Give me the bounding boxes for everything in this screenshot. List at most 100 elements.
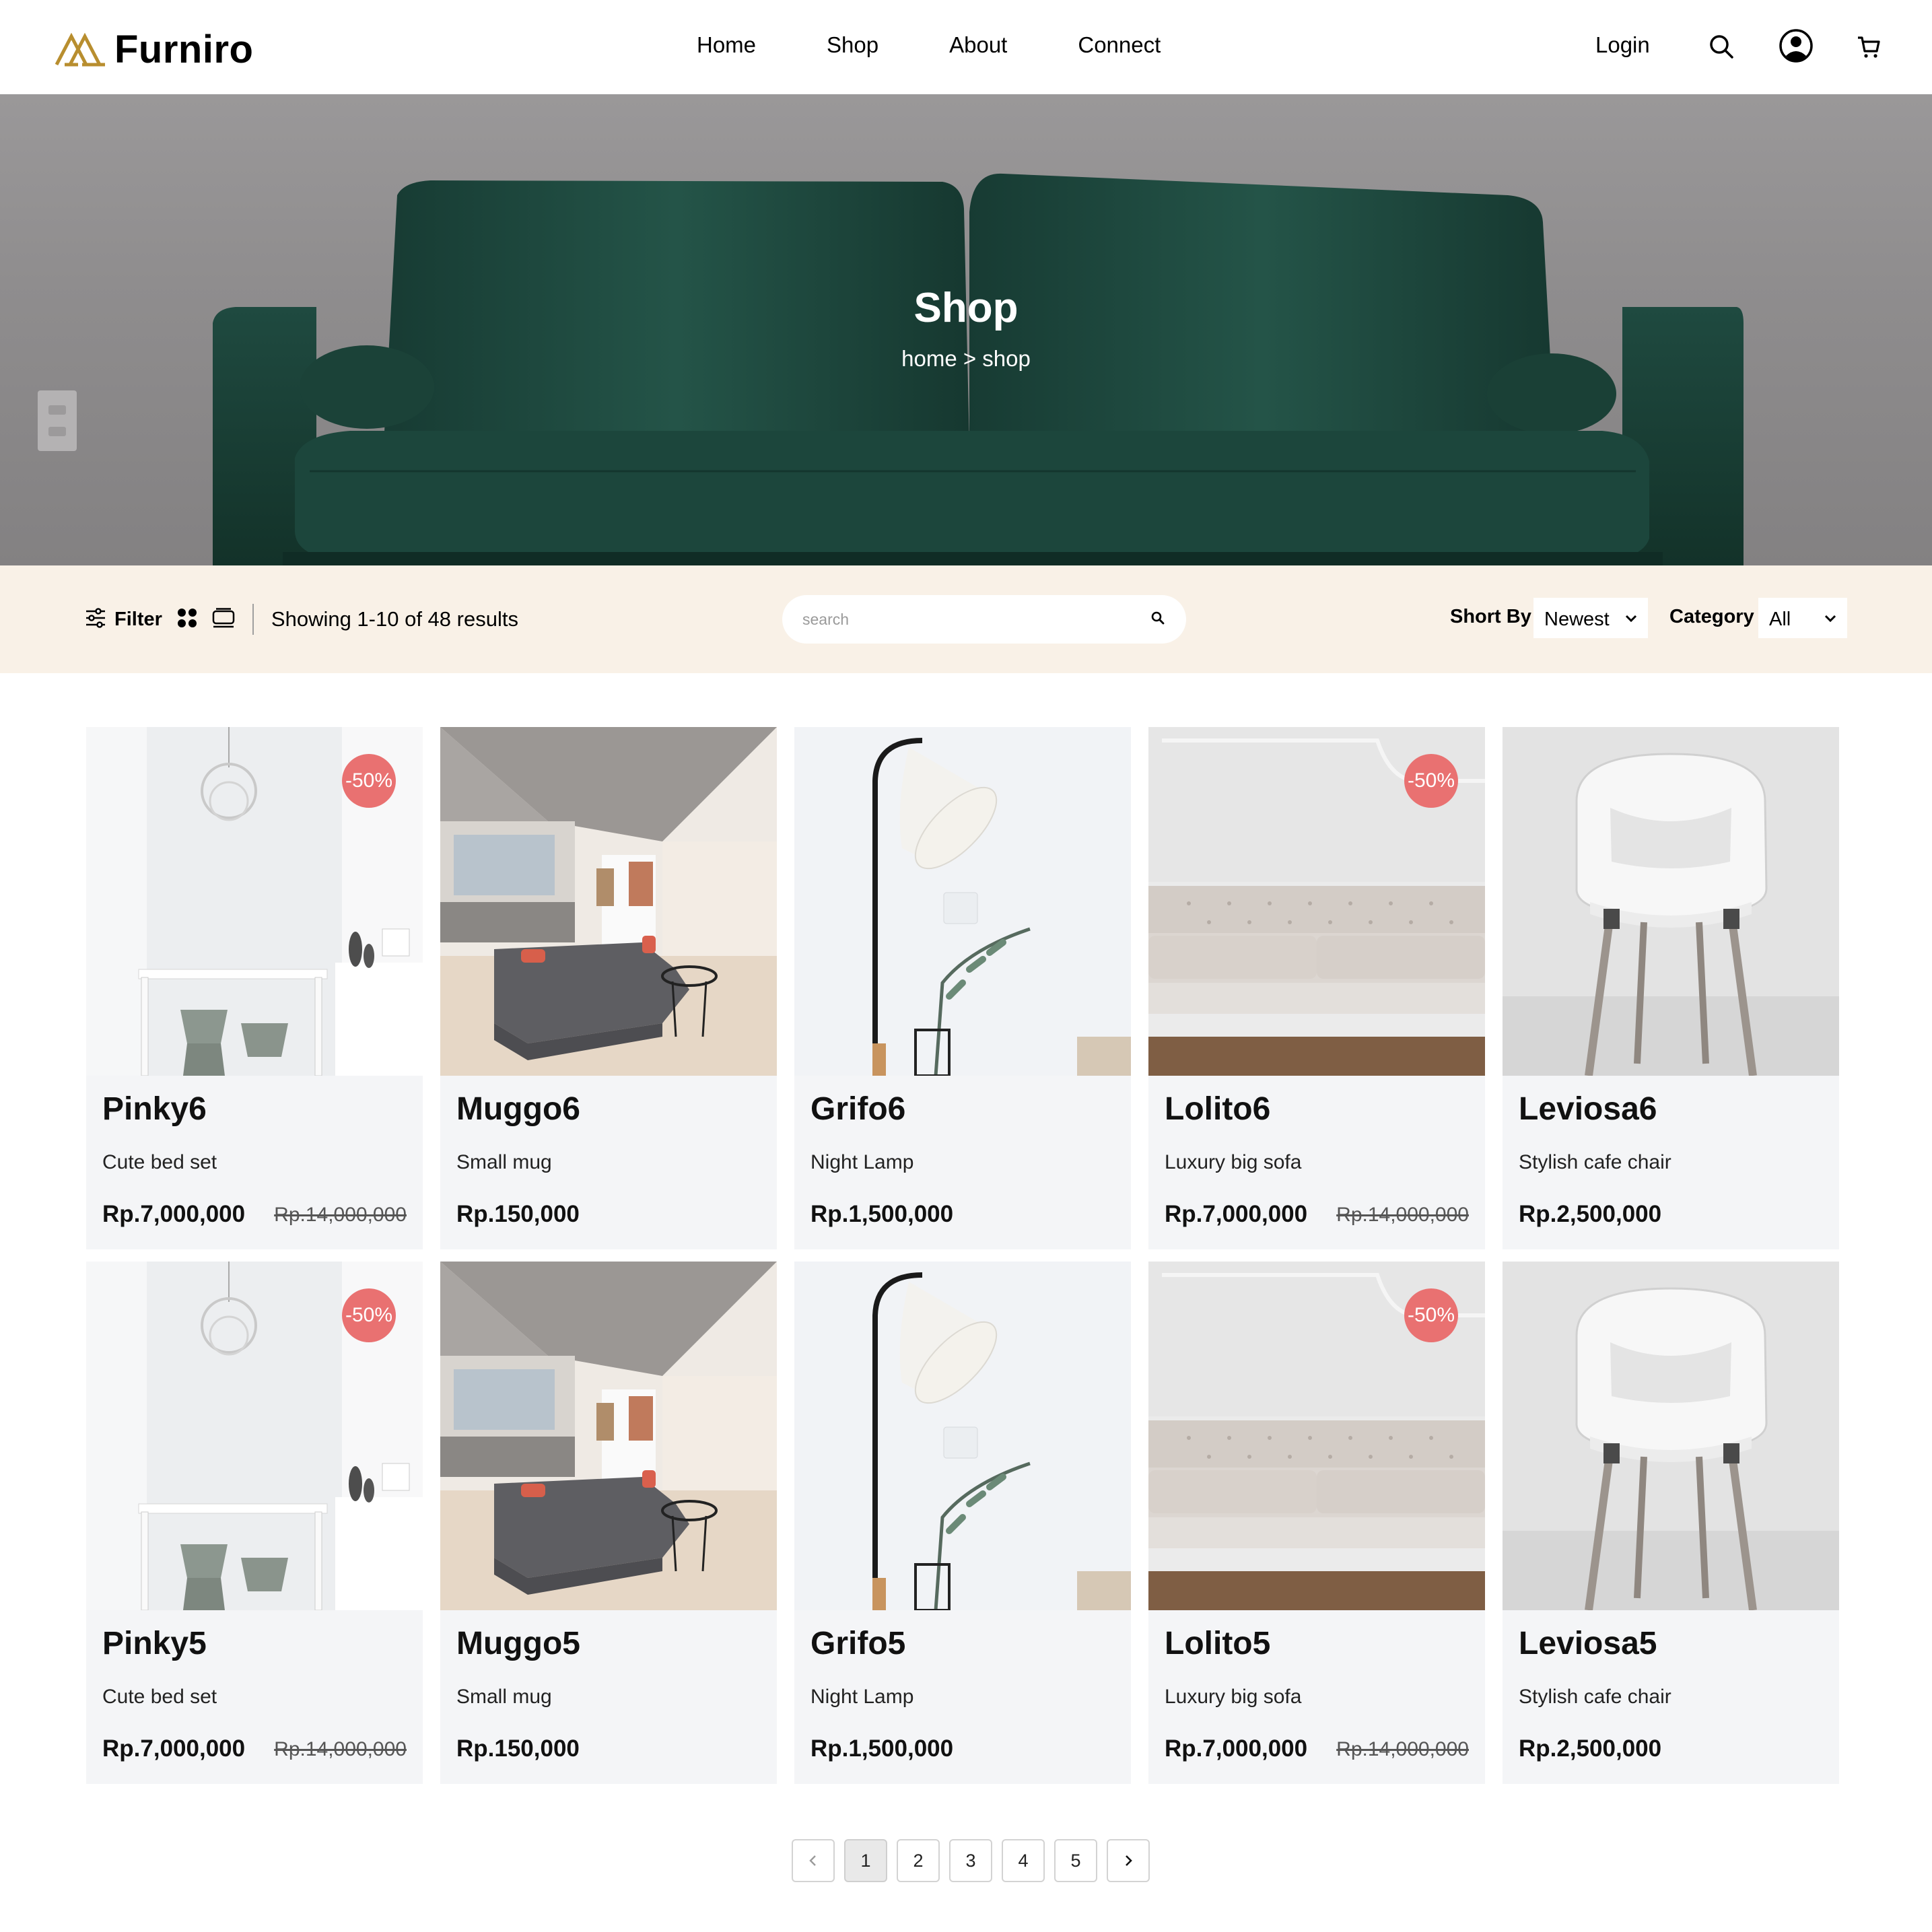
product-price: Rp.150,000 [456, 1201, 580, 1227]
chevron-down-icon [1824, 615, 1836, 623]
product-card[interactable]: -50% Lolito5 Luxury big sofa Rp.7,000,00… [1148, 1262, 1485, 1784]
product-price: Rp.7,000,000 [102, 1735, 246, 1762]
page-button-2[interactable]: 2 [897, 1839, 940, 1882]
discount-badge: -50% [1404, 754, 1458, 808]
search-box [782, 595, 1186, 644]
product-card[interactable]: -50% Pinky6 Cute bed set Rp.7,000,000 Rp… [86, 727, 423, 1249]
nav-home[interactable]: Home [697, 32, 756, 58]
sort-select[interactable]: Newest [1533, 598, 1648, 638]
product-name: Grifo5 [810, 1626, 906, 1661]
product-card[interactable]: -50% Pinky5 Cute bed set Rp.7,000,000 Rp… [86, 1262, 423, 1784]
logo-icon [55, 32, 105, 66]
brand-name: Furniro [114, 28, 254, 71]
search-icon[interactable] [1150, 610, 1166, 629]
grid-view-icon[interactable] [177, 608, 197, 631]
product-name: Lolito5 [1165, 1626, 1271, 1661]
filter-bar: Filter Showing 1-10 of 48 results Short … [0, 565, 1932, 673]
product-price: Rp.1,500,000 [810, 1735, 954, 1762]
product-price: Rp.7,000,000 [102, 1201, 246, 1227]
product-card[interactable]: Muggo5 Small mug Rp.150,000 [440, 1262, 777, 1784]
product-card[interactable]: Grifo6 Night Lamp Rp.1,500,000 [794, 727, 1131, 1249]
nav-about[interactable]: About [949, 32, 1007, 58]
sort-value: Newest [1544, 609, 1610, 630]
product-image [1503, 727, 1839, 1076]
product-image [440, 1262, 777, 1610]
prev-page-button[interactable] [792, 1839, 835, 1882]
discount-badge: -50% [342, 1288, 396, 1342]
product-image [794, 1262, 1131, 1610]
nav-shop[interactable]: Shop [827, 32, 878, 58]
category-label: Category [1669, 606, 1754, 627]
user-icon[interactable] [1779, 28, 1814, 63]
product-name: Pinky6 [102, 1091, 207, 1127]
product-description: Stylish cafe chair [1519, 1151, 1671, 1173]
product-price: Rp.2,500,000 [1519, 1201, 1662, 1227]
chevron-down-icon [1625, 615, 1637, 623]
product-name: Grifo6 [810, 1091, 906, 1127]
pagination: 1 2 3 4 5 [792, 1839, 1150, 1882]
product-card[interactable]: Leviosa6 Stylish cafe chair Rp.2,500,000 [1503, 727, 1839, 1249]
cart-icon[interactable] [1857, 35, 1881, 59]
product-price: Rp.2,500,000 [1519, 1735, 1662, 1762]
product-card[interactable]: Leviosa5 Stylish cafe chair Rp.2,500,000 [1503, 1262, 1839, 1784]
product-description: Cute bed set [102, 1686, 217, 1708]
product-old-price: Rp.14,000,000 [1336, 1738, 1469, 1760]
product-description: Night Lamp [810, 1686, 914, 1708]
product-old-price: Rp.14,000,000 [274, 1204, 407, 1226]
product-price: Rp.1,500,000 [810, 1201, 954, 1227]
sort-label: Short By [1450, 606, 1531, 627]
next-page-button[interactable] [1107, 1839, 1150, 1882]
product-price: Rp.7,000,000 [1165, 1201, 1308, 1227]
breadcrumb[interactable]: home > shop [0, 346, 1932, 372]
product-old-price: Rp.14,000,000 [1336, 1204, 1469, 1226]
product-name: Leviosa6 [1519, 1091, 1657, 1127]
divider [252, 604, 254, 635]
product-description: Cute bed set [102, 1151, 217, 1173]
category-value: All [1769, 609, 1791, 630]
filter-button[interactable]: Filter [114, 609, 162, 631]
chevron-right-icon [1126, 1855, 1132, 1866]
product-card[interactable]: -50% Lolito6 Luxury big sofa Rp.7,000,00… [1148, 727, 1485, 1249]
page-button-4[interactable]: 4 [1002, 1839, 1045, 1882]
page-title: Shop [913, 285, 1019, 331]
page-button-1[interactable]: 1 [844, 1839, 887, 1882]
page-button-5[interactable]: 5 [1054, 1839, 1097, 1882]
product-name: Muggo5 [456, 1626, 580, 1661]
brand-logo[interactable]: Furniro [55, 27, 253, 72]
product-card[interactable]: Grifo5 Night Lamp Rp.1,500,000 [794, 1262, 1131, 1784]
product-description: Night Lamp [810, 1151, 914, 1173]
product-image [440, 727, 777, 1076]
search-icon[interactable] [1707, 32, 1735, 61]
product-price: Rp.150,000 [456, 1735, 580, 1762]
product-old-price: Rp.14,000,000 [274, 1738, 407, 1760]
product-description: Luxury big sofa [1165, 1151, 1302, 1173]
list-view-icon[interactable] [212, 607, 235, 631]
filter-sliders-icon[interactable] [85, 607, 106, 632]
discount-badge: -50% [342, 754, 396, 808]
product-price: Rp.7,000,000 [1165, 1735, 1308, 1762]
hero-banner: Shop home > shop [0, 94, 1932, 565]
page-button-3[interactable]: 3 [949, 1839, 992, 1882]
site-header: Furniro Home Shop About Connect Login [0, 0, 1932, 94]
product-description: Stylish cafe chair [1519, 1686, 1671, 1708]
login-link[interactable]: Login [1595, 32, 1650, 58]
product-description: Small mug [456, 1686, 552, 1708]
product-name: Lolito6 [1165, 1091, 1271, 1127]
product-name: Muggo6 [456, 1091, 580, 1127]
product-name: Pinky5 [102, 1626, 207, 1661]
product-image [794, 727, 1131, 1076]
header-actions: Login [1595, 27, 1932, 67]
product-description: Luxury big sofa [1165, 1686, 1302, 1708]
search-input[interactable] [802, 606, 1126, 633]
chevron-left-icon [809, 1855, 816, 1866]
filter-controls: Filter Showing 1-10 of 48 results [85, 600, 518, 638]
product-name: Leviosa5 [1519, 1626, 1657, 1661]
nav-connect[interactable]: Connect [1078, 32, 1161, 58]
product-image [1503, 1262, 1839, 1610]
discount-badge: -50% [1404, 1288, 1458, 1342]
results-count: Showing 1-10 of 48 results [271, 607, 518, 631]
product-card[interactable]: Muggo6 Small mug Rp.150,000 [440, 727, 777, 1249]
product-description: Small mug [456, 1151, 552, 1173]
category-select[interactable]: All [1758, 598, 1847, 638]
main-nav: Home Shop About Connect [697, 32, 1161, 58]
